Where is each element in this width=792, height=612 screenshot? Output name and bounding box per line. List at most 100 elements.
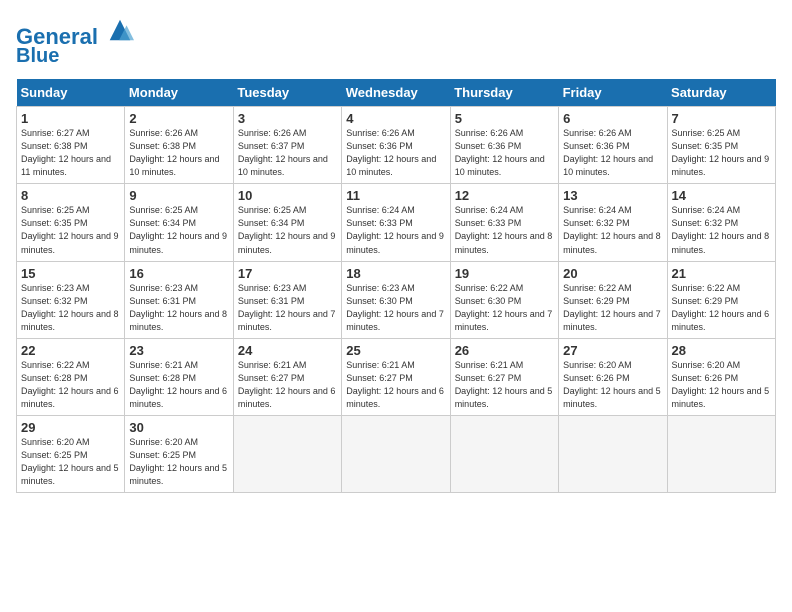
day-number: 24	[238, 343, 337, 358]
day-number: 11	[346, 188, 445, 203]
day-number: 2	[129, 111, 228, 126]
day-number: 21	[672, 266, 771, 281]
day-number: 16	[129, 266, 228, 281]
day-info: Sunrise: 6:23 AMSunset: 6:31 PMDaylight:…	[238, 282, 337, 334]
calendar-cell: 8Sunrise: 6:25 AMSunset: 6:35 PMDaylight…	[17, 184, 125, 261]
day-info: Sunrise: 6:20 AMSunset: 6:26 PMDaylight:…	[563, 359, 662, 411]
day-info: Sunrise: 6:21 AMSunset: 6:28 PMDaylight:…	[129, 359, 228, 411]
calendar-cell: 4Sunrise: 6:26 AMSunset: 6:36 PMDaylight…	[342, 107, 450, 184]
col-header-tuesday: Tuesday	[233, 79, 341, 107]
day-info: Sunrise: 6:21 AMSunset: 6:27 PMDaylight:…	[346, 359, 445, 411]
day-info: Sunrise: 6:23 AMSunset: 6:30 PMDaylight:…	[346, 282, 445, 334]
day-info: Sunrise: 6:25 AMSunset: 6:35 PMDaylight:…	[672, 127, 771, 179]
calendar-cell: 21Sunrise: 6:22 AMSunset: 6:29 PMDayligh…	[667, 261, 775, 338]
calendar-cell: 29Sunrise: 6:20 AMSunset: 6:25 PMDayligh…	[17, 415, 125, 492]
day-number: 17	[238, 266, 337, 281]
calendar-cell: 25Sunrise: 6:21 AMSunset: 6:27 PMDayligh…	[342, 338, 450, 415]
calendar-cell: 16Sunrise: 6:23 AMSunset: 6:31 PMDayligh…	[125, 261, 233, 338]
day-number: 12	[455, 188, 554, 203]
day-number: 10	[238, 188, 337, 203]
day-info: Sunrise: 6:21 AMSunset: 6:27 PMDaylight:…	[238, 359, 337, 411]
calendar-cell: 7Sunrise: 6:25 AMSunset: 6:35 PMDaylight…	[667, 107, 775, 184]
calendar-cell: 14Sunrise: 6:24 AMSunset: 6:32 PMDayligh…	[667, 184, 775, 261]
day-info: Sunrise: 6:24 AMSunset: 6:33 PMDaylight:…	[455, 204, 554, 256]
day-info: Sunrise: 6:22 AMSunset: 6:28 PMDaylight:…	[21, 359, 120, 411]
day-info: Sunrise: 6:26 AMSunset: 6:37 PMDaylight:…	[238, 127, 337, 179]
day-number: 4	[346, 111, 445, 126]
day-info: Sunrise: 6:20 AMSunset: 6:26 PMDaylight:…	[672, 359, 771, 411]
day-info: Sunrise: 6:21 AMSunset: 6:27 PMDaylight:…	[455, 359, 554, 411]
day-number: 6	[563, 111, 662, 126]
day-info: Sunrise: 6:23 AMSunset: 6:32 PMDaylight:…	[21, 282, 120, 334]
day-number: 8	[21, 188, 120, 203]
col-header-sunday: Sunday	[17, 79, 125, 107]
day-info: Sunrise: 6:22 AMSunset: 6:29 PMDaylight:…	[563, 282, 662, 334]
calendar-table: SundayMondayTuesdayWednesdayThursdayFrid…	[16, 79, 776, 493]
main-container: General Blue SundayMondayTuesdayWednesda…	[0, 0, 792, 501]
calendar-cell: 13Sunrise: 6:24 AMSunset: 6:32 PMDayligh…	[559, 184, 667, 261]
day-number: 15	[21, 266, 120, 281]
day-number: 28	[672, 343, 771, 358]
calendar-cell	[450, 415, 558, 492]
calendar-cell: 19Sunrise: 6:22 AMSunset: 6:30 PMDayligh…	[450, 261, 558, 338]
day-info: Sunrise: 6:20 AMSunset: 6:25 PMDaylight:…	[21, 436, 120, 488]
day-number: 5	[455, 111, 554, 126]
calendar-cell: 26Sunrise: 6:21 AMSunset: 6:27 PMDayligh…	[450, 338, 558, 415]
calendar-cell: 23Sunrise: 6:21 AMSunset: 6:28 PMDayligh…	[125, 338, 233, 415]
calendar-cell: 27Sunrise: 6:20 AMSunset: 6:26 PMDayligh…	[559, 338, 667, 415]
day-info: Sunrise: 6:22 AMSunset: 6:29 PMDaylight:…	[672, 282, 771, 334]
calendar-cell: 2Sunrise: 6:26 AMSunset: 6:38 PMDaylight…	[125, 107, 233, 184]
calendar-week-row: 8Sunrise: 6:25 AMSunset: 6:35 PMDaylight…	[17, 184, 776, 261]
calendar-cell	[233, 415, 341, 492]
calendar-cell	[667, 415, 775, 492]
calendar-week-row: 1Sunrise: 6:27 AMSunset: 6:38 PMDaylight…	[17, 107, 776, 184]
logo-icon	[106, 16, 134, 44]
day-number: 18	[346, 266, 445, 281]
calendar-cell: 17Sunrise: 6:23 AMSunset: 6:31 PMDayligh…	[233, 261, 341, 338]
calendar-cell: 9Sunrise: 6:25 AMSunset: 6:34 PMDaylight…	[125, 184, 233, 261]
calendar-cell: 22Sunrise: 6:22 AMSunset: 6:28 PMDayligh…	[17, 338, 125, 415]
calendar-cell: 3Sunrise: 6:26 AMSunset: 6:37 PMDaylight…	[233, 107, 341, 184]
day-number: 7	[672, 111, 771, 126]
calendar-cell: 6Sunrise: 6:26 AMSunset: 6:36 PMDaylight…	[559, 107, 667, 184]
calendar-week-row: 15Sunrise: 6:23 AMSunset: 6:32 PMDayligh…	[17, 261, 776, 338]
calendar-cell: 15Sunrise: 6:23 AMSunset: 6:32 PMDayligh…	[17, 261, 125, 338]
day-number: 22	[21, 343, 120, 358]
day-number: 23	[129, 343, 228, 358]
day-number: 30	[129, 420, 228, 435]
day-info: Sunrise: 6:24 AMSunset: 6:32 PMDaylight:…	[563, 204, 662, 256]
day-number: 27	[563, 343, 662, 358]
calendar-cell	[342, 415, 450, 492]
day-number: 19	[455, 266, 554, 281]
header: General Blue	[16, 16, 776, 67]
col-header-thursday: Thursday	[450, 79, 558, 107]
calendar-cell: 1Sunrise: 6:27 AMSunset: 6:38 PMDaylight…	[17, 107, 125, 184]
calendar-cell: 12Sunrise: 6:24 AMSunset: 6:33 PMDayligh…	[450, 184, 558, 261]
day-info: Sunrise: 6:20 AMSunset: 6:25 PMDaylight:…	[129, 436, 228, 488]
day-info: Sunrise: 6:25 AMSunset: 6:34 PMDaylight:…	[129, 204, 228, 256]
day-number: 9	[129, 188, 228, 203]
day-number: 26	[455, 343, 554, 358]
day-info: Sunrise: 6:25 AMSunset: 6:34 PMDaylight:…	[238, 204, 337, 256]
calendar-week-row: 29Sunrise: 6:20 AMSunset: 6:25 PMDayligh…	[17, 415, 776, 492]
calendar-cell: 11Sunrise: 6:24 AMSunset: 6:33 PMDayligh…	[342, 184, 450, 261]
day-number: 20	[563, 266, 662, 281]
day-info: Sunrise: 6:24 AMSunset: 6:32 PMDaylight:…	[672, 204, 771, 256]
day-number: 1	[21, 111, 120, 126]
day-info: Sunrise: 6:26 AMSunset: 6:38 PMDaylight:…	[129, 127, 228, 179]
day-info: Sunrise: 6:25 AMSunset: 6:35 PMDaylight:…	[21, 204, 120, 256]
day-number: 14	[672, 188, 771, 203]
day-info: Sunrise: 6:26 AMSunset: 6:36 PMDaylight:…	[455, 127, 554, 179]
day-info: Sunrise: 6:23 AMSunset: 6:31 PMDaylight:…	[129, 282, 228, 334]
day-info: Sunrise: 6:22 AMSunset: 6:30 PMDaylight:…	[455, 282, 554, 334]
calendar-cell: 28Sunrise: 6:20 AMSunset: 6:26 PMDayligh…	[667, 338, 775, 415]
day-number: 3	[238, 111, 337, 126]
calendar-cell: 18Sunrise: 6:23 AMSunset: 6:30 PMDayligh…	[342, 261, 450, 338]
col-header-wednesday: Wednesday	[342, 79, 450, 107]
day-info: Sunrise: 6:26 AMSunset: 6:36 PMDaylight:…	[563, 127, 662, 179]
calendar-week-row: 22Sunrise: 6:22 AMSunset: 6:28 PMDayligh…	[17, 338, 776, 415]
logo: General Blue	[16, 16, 134, 67]
calendar-cell: 30Sunrise: 6:20 AMSunset: 6:25 PMDayligh…	[125, 415, 233, 492]
day-number: 25	[346, 343, 445, 358]
calendar-cell	[559, 415, 667, 492]
